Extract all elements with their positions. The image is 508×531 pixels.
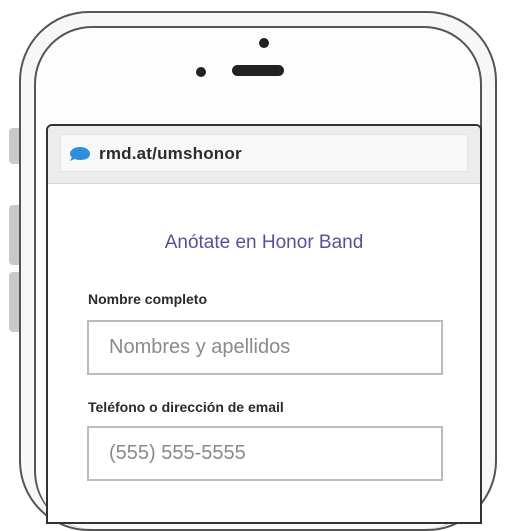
contact-input[interactable] bbox=[87, 426, 443, 481]
form-title: Anótate en Honor Band bbox=[164, 232, 364, 253]
browser-address-bar: rmd.at/umshonor bbox=[48, 126, 480, 184]
url-field[interactable]: rmd.at/umshonor bbox=[60, 134, 468, 172]
phone-screen: rmd.at/umshonor Anótate en Honor Band No… bbox=[46, 124, 482, 524]
speaker-grille-icon bbox=[232, 65, 284, 76]
full-name-input[interactable] bbox=[87, 320, 443, 375]
contact-label: Teléfono o dirección de email bbox=[88, 399, 284, 415]
chat-bubble-icon bbox=[69, 146, 91, 167]
sensor-dot-icon bbox=[196, 67, 206, 77]
front-camera-icon bbox=[259, 38, 269, 48]
full-name-label: Nombre completo bbox=[88, 291, 208, 307]
url-text: rmd.at/umshonor bbox=[99, 144, 242, 163]
